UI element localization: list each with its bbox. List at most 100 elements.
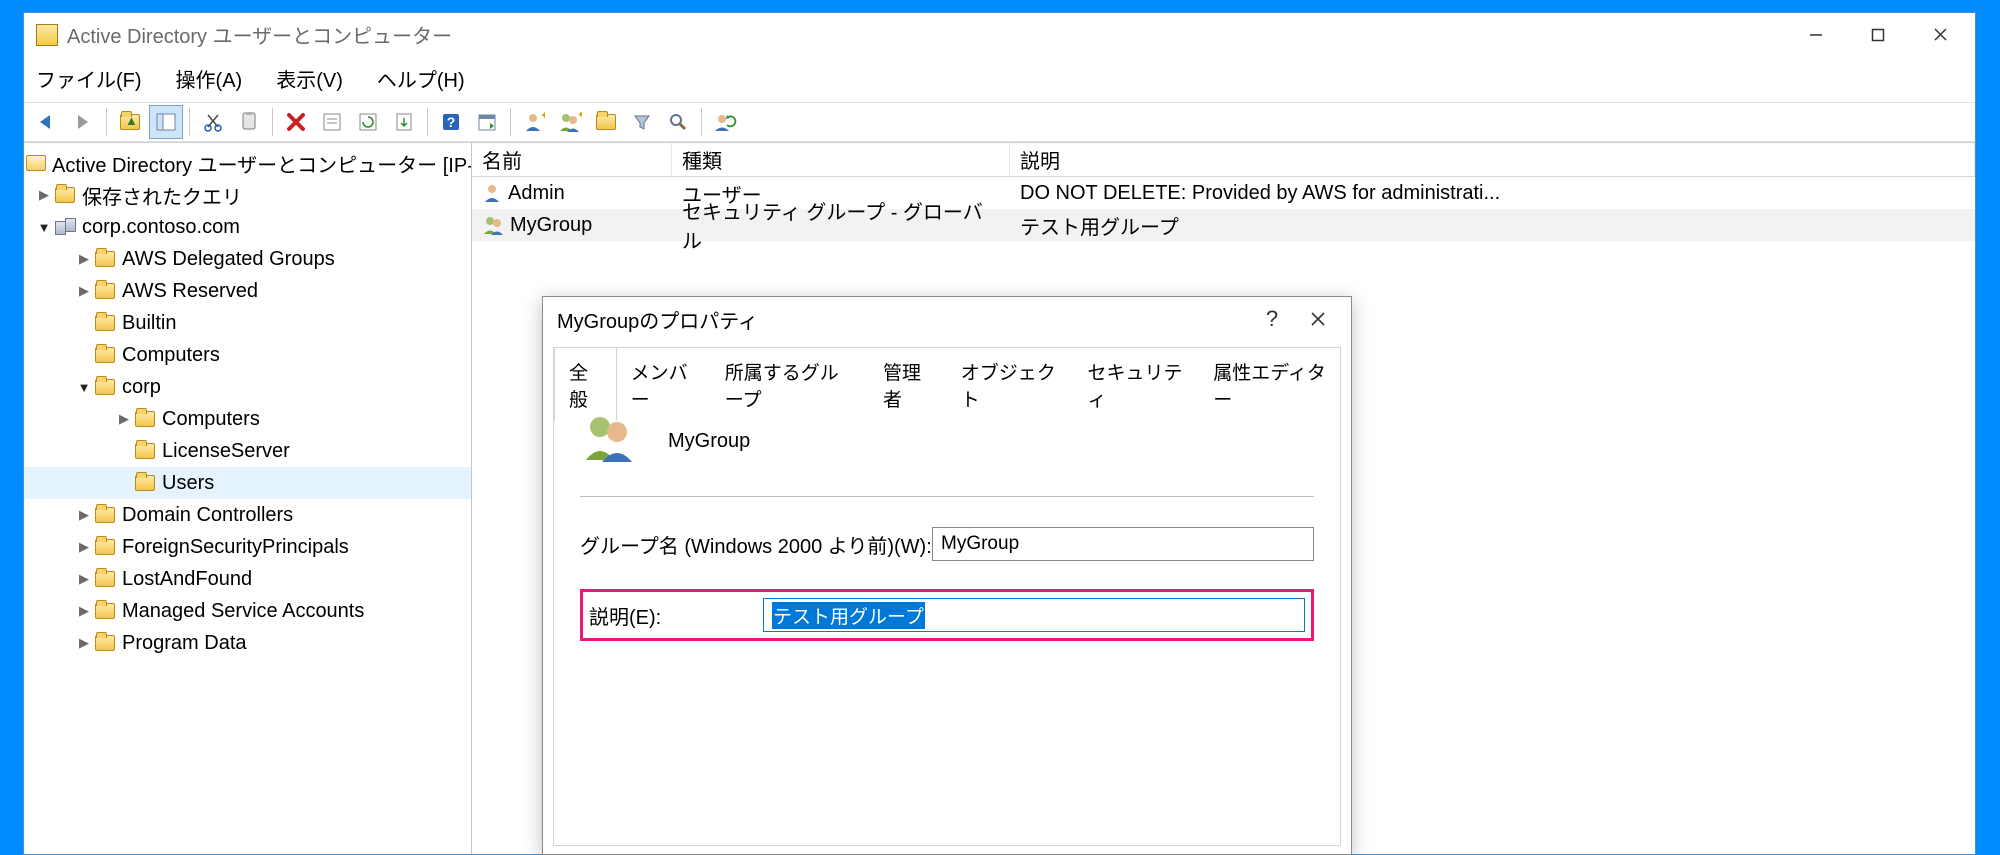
tree-aws-reserved[interactable]: ▶ AWS Reserved bbox=[24, 275, 471, 307]
row-prewin2000: グループ名 (Windows 2000 より前)(W): bbox=[580, 527, 1314, 561]
col-type[interactable]: 種類 bbox=[672, 143, 1010, 176]
svg-text:✦: ✦ bbox=[577, 111, 582, 121]
find-icon bbox=[667, 111, 689, 133]
tree-users[interactable]: Users bbox=[24, 467, 471, 499]
tree-root-label: Active Directory ユーザーとコンピューター [IP-C6 bbox=[52, 149, 472, 178]
dialog-help-button[interactable]: ? bbox=[1249, 301, 1295, 337]
export-list-button[interactable] bbox=[387, 105, 421, 139]
description-value: テスト用グループ bbox=[772, 602, 925, 629]
cell-desc: テスト用グループ bbox=[1010, 209, 1975, 241]
tree-lost-and-found[interactable]: ▶ LostAndFound bbox=[24, 563, 471, 595]
tree-label: AWS Reserved bbox=[122, 280, 258, 303]
cell-name: MyGroup bbox=[510, 214, 592, 237]
tree-saved-queries[interactable]: ▶ 保存されたクエリ bbox=[24, 179, 471, 211]
tree-corp[interactable]: ▼ corp bbox=[24, 371, 471, 403]
tree-label: ForeignSecurityPrincipals bbox=[122, 536, 349, 559]
description-highlight: 説明(E): テスト用グループ bbox=[580, 589, 1314, 641]
add-to-group-icon bbox=[713, 111, 737, 133]
close-button[interactable] bbox=[1909, 15, 1971, 55]
tree-pane[interactable]: Active Directory ユーザーとコンピューター [IP-C6 ▶ 保… bbox=[24, 143, 472, 854]
user-icon bbox=[482, 183, 504, 203]
cell-name: Admin bbox=[508, 182, 565, 205]
close-icon bbox=[1310, 311, 1326, 327]
tree-label: AWS Delegated Groups bbox=[122, 248, 335, 271]
tree-label: LicenseServer bbox=[162, 440, 290, 463]
tree-program-data[interactable]: ▶ Program Data bbox=[24, 627, 471, 659]
properties-dialog: MyGroupのプロパティ ? 全般 メンバー 所属するグループ 管理者 オブジ… bbox=[542, 296, 1352, 855]
group-name-heading: MyGroup bbox=[668, 430, 750, 453]
tab-host: 全般 メンバー 所属するグループ 管理者 オブジェクト セキュリティ 属性エディ… bbox=[553, 347, 1341, 846]
prewin2000-input[interactable] bbox=[932, 527, 1314, 561]
tree-label: Users bbox=[162, 472, 214, 495]
dialog-title: MyGroupのプロパティ bbox=[557, 305, 1249, 334]
col-name[interactable]: 名前 bbox=[472, 143, 672, 176]
tree-label: corp.contoso.com bbox=[82, 216, 240, 239]
new-user-button[interactable]: ✦ bbox=[517, 105, 551, 139]
menu-file[interactable]: ファイル(F) bbox=[30, 61, 148, 96]
dialog-close-button[interactable] bbox=[1295, 301, 1341, 337]
tab-page-general: MyGroup グループ名 (Windows 2000 より前)(W): 説明(… bbox=[554, 390, 1340, 845]
col-desc[interactable]: 説明 bbox=[1010, 143, 1975, 176]
cut-button[interactable] bbox=[196, 105, 230, 139]
tree-fsp[interactable]: ▶ ForeignSecurityPrincipals bbox=[24, 531, 471, 563]
new-ou-icon bbox=[596, 114, 616, 130]
tree-label: 保存されたクエリ bbox=[82, 181, 242, 210]
filter-icon bbox=[632, 112, 652, 132]
menu-action[interactable]: 操作(A) bbox=[170, 61, 249, 96]
tree-license-server[interactable]: LicenseServer bbox=[24, 435, 471, 467]
new-group-button[interactable]: ✦ bbox=[553, 105, 587, 139]
show-tree-button[interactable] bbox=[149, 105, 183, 139]
minimize-icon bbox=[1809, 28, 1823, 42]
tree-label: Managed Service Accounts bbox=[122, 600, 364, 623]
menu-view[interactable]: 表示(V) bbox=[270, 61, 349, 96]
find-button[interactable] bbox=[661, 105, 695, 139]
menu-help[interactable]: ヘルプ(H) bbox=[371, 61, 471, 96]
cell-type: セキュリティ グループ - グローバル bbox=[672, 209, 1010, 241]
list-header: 名前 種類 説明 bbox=[472, 143, 1975, 177]
maximize-icon bbox=[1871, 28, 1885, 42]
app-icon bbox=[36, 24, 58, 46]
help-button[interactable]: ? bbox=[434, 105, 468, 139]
svg-text:✦: ✦ bbox=[540, 111, 545, 122]
menubar: ファイル(F) 操作(A) 表示(V) ヘルプ(H) bbox=[24, 56, 1975, 102]
tree-computers[interactable]: Computers bbox=[24, 339, 471, 371]
tree-domain-controllers[interactable]: ▶ Domain Controllers bbox=[24, 499, 471, 531]
maximize-button[interactable] bbox=[1847, 15, 1909, 55]
tree-label: Program Data bbox=[122, 632, 247, 655]
tree-label: Builtin bbox=[122, 312, 176, 335]
titlebar: Active Directory ユーザーとコンピューター bbox=[24, 13, 1975, 56]
tree-corp-computers[interactable]: ▶ Computers bbox=[24, 403, 471, 435]
add-to-group-button[interactable] bbox=[708, 105, 742, 139]
description-label: 説明(E): bbox=[589, 601, 763, 630]
filter-button[interactable] bbox=[625, 105, 659, 139]
svg-text:?: ? bbox=[447, 114, 456, 130]
new-ou-button[interactable] bbox=[589, 105, 623, 139]
tree-label: Computers bbox=[122, 344, 220, 367]
dialog-titlebar: MyGroupのプロパティ ? bbox=[543, 297, 1351, 341]
minimize-button[interactable] bbox=[1785, 15, 1847, 55]
tree-msa[interactable]: ▶ Managed Service Accounts bbox=[24, 595, 471, 627]
list-row-mygroup[interactable]: MyGroup セキュリティ グループ - グローバル テスト用グループ bbox=[472, 209, 1975, 241]
refresh-button[interactable] bbox=[351, 105, 385, 139]
window-title: Active Directory ユーザーとコンピューター bbox=[67, 20, 1785, 49]
group-large-icon bbox=[580, 412, 638, 470]
close-icon bbox=[1933, 27, 1948, 42]
description-input[interactable]: テスト用グループ bbox=[763, 598, 1305, 632]
calendar-button[interactable] bbox=[470, 105, 504, 139]
group-icon bbox=[482, 215, 506, 235]
toolbar: ▲ ? ✦ ✦ bbox=[24, 102, 1975, 142]
properties-button[interactable] bbox=[315, 105, 349, 139]
tree-label: corp bbox=[122, 376, 161, 399]
forward-button[interactable] bbox=[66, 105, 100, 139]
tree-label: Computers bbox=[162, 408, 260, 431]
tree-label: LostAndFound bbox=[122, 568, 252, 591]
back-button[interactable] bbox=[30, 105, 64, 139]
tree-builtin[interactable]: Builtin bbox=[24, 307, 471, 339]
up-folder-button[interactable]: ▲ bbox=[113, 105, 147, 139]
tree-label: Domain Controllers bbox=[122, 504, 293, 527]
tree-aws-delegated[interactable]: ▶ AWS Delegated Groups bbox=[24, 243, 471, 275]
delete-button[interactable] bbox=[279, 105, 313, 139]
tree-domain[interactable]: ▼ corp.contoso.com bbox=[24, 211, 471, 243]
copy-button[interactable] bbox=[232, 105, 266, 139]
tree-root[interactable]: Active Directory ユーザーとコンピューター [IP-C6 bbox=[24, 147, 471, 179]
